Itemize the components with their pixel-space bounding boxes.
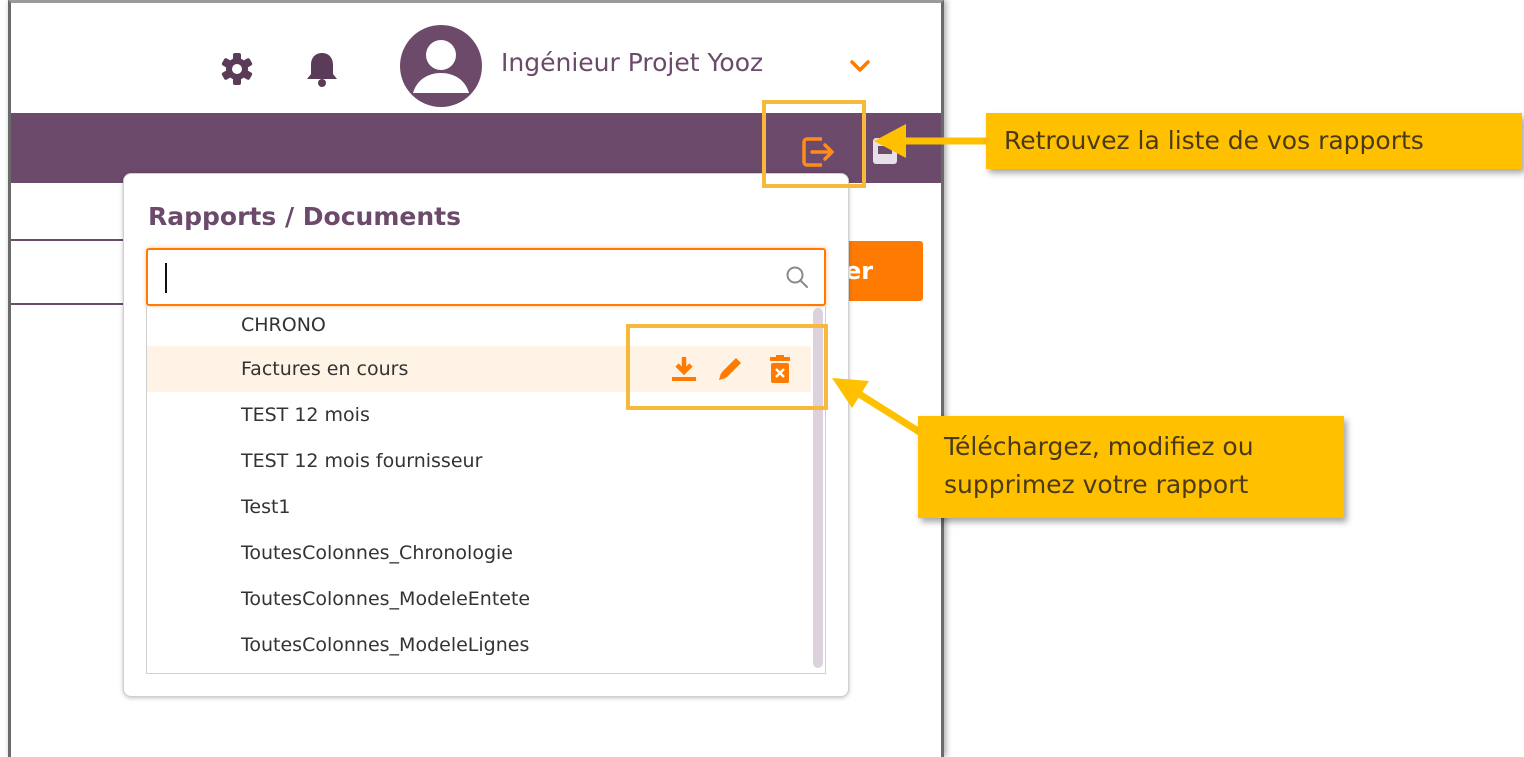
callout-report-actions: Téléchargez, modifiez ou supprimez votre…	[918, 416, 1344, 518]
callout-text: Retrouvez la liste de vos rapports	[1004, 126, 1424, 155]
callout-text-line1: Téléchargez, modifiez ou	[944, 432, 1254, 461]
callout-text-line2: supprimez votre rapport	[944, 470, 1249, 499]
callout-reports-list: Retrouvez la liste de vos rapports	[986, 113, 1522, 169]
arrow-head	[874, 124, 906, 158]
